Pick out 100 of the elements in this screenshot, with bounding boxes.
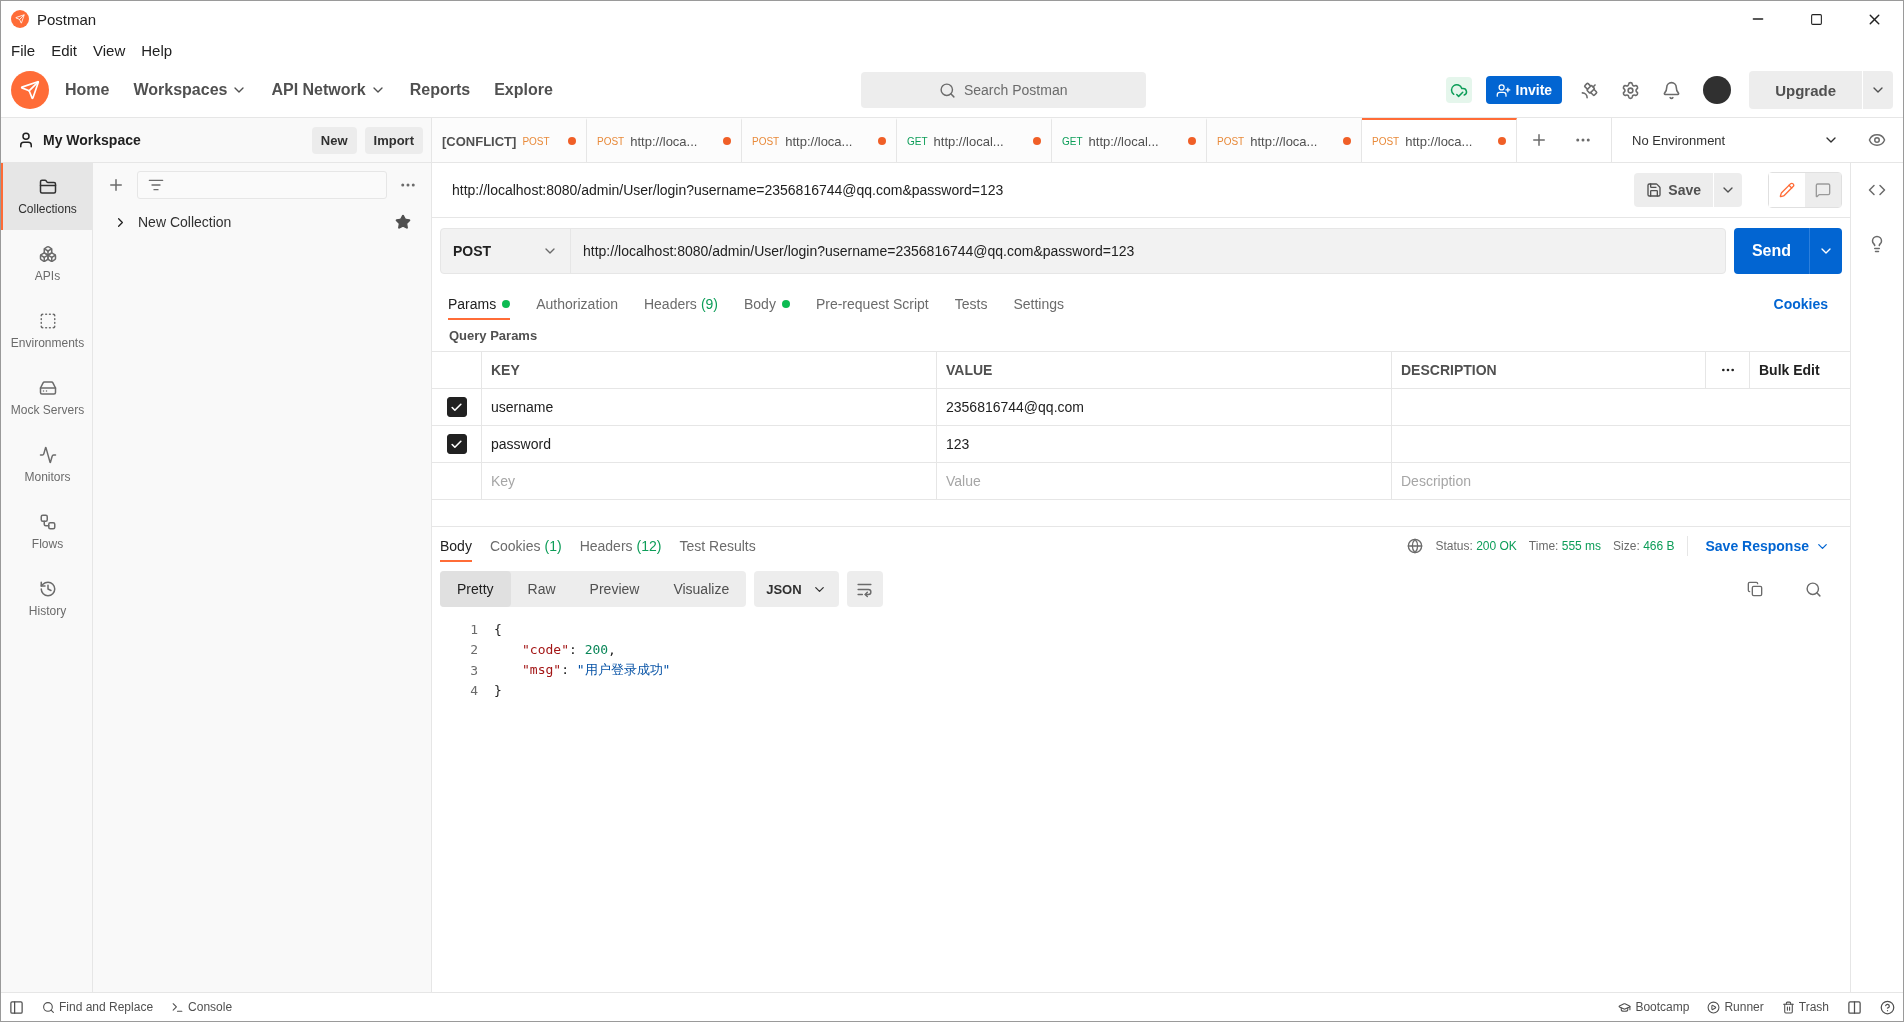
request-section-tab[interactable]: Headers (9): [643, 288, 718, 320]
request-section-tab[interactable]: Tests: [954, 288, 988, 320]
sidebar-item[interactable]: Environments: [1, 297, 92, 364]
flow-icon: [38, 512, 57, 531]
app-logo-icon[interactable]: [11, 71, 49, 109]
request-tab[interactable]: POST http://loca...: [1362, 118, 1517, 162]
check-icon: [450, 437, 463, 451]
sidebar-item[interactable]: APIs: [1, 230, 92, 297]
table-input-field[interactable]: Description: [1401, 473, 1841, 489]
star-icon[interactable]: [395, 214, 411, 230]
sync-status-button[interactable]: [1445, 77, 1472, 103]
request-section-tab[interactable]: Pre-request Script: [815, 288, 929, 320]
maximize-icon[interactable]: [1809, 12, 1823, 26]
format-select[interactable]: JSON: [754, 571, 839, 607]
search-icon: [42, 1000, 55, 1014]
table-input-field[interactable]: Value: [946, 473, 1382, 489]
response-meta: Status: 200 OK: [1435, 539, 1517, 553]
sidebar-item[interactable]: History: [1, 565, 92, 632]
import-button[interactable]: Import: [364, 126, 423, 154]
wrap-button[interactable]: [846, 571, 883, 607]
sidebar-toggle-icon[interactable]: [9, 999, 24, 1015]
request-section-tab[interactable]: Authorization: [536, 288, 618, 320]
check-icon: [450, 400, 463, 414]
sidebar-item[interactable]: Collections: [1, 163, 92, 230]
view-mode-tab[interactable]: Preview: [572, 571, 657, 607]
view-mode-tab[interactable]: Raw: [510, 571, 573, 607]
response-tab[interactable]: Headers (12): [579, 530, 662, 562]
code-line: "code": 200,: [522, 642, 616, 658]
help-icon[interactable]: [1880, 999, 1895, 1015]
line-number: 3: [469, 662, 479, 678]
add-user-icon: [1495, 82, 1511, 98]
app-logo-icon: [11, 10, 29, 28]
cookies-link[interactable]: Cookies: [1767, 295, 1834, 313]
table-cell: password: [482, 426, 937, 463]
avatar-icon[interactable]: [1703, 76, 1732, 104]
save-icon: [1646, 182, 1663, 198]
new-button[interactable]: New: [311, 126, 357, 154]
search-icon[interactable]: [1805, 580, 1822, 598]
pencil-icon: [1779, 182, 1795, 198]
save-button[interactable]: Save: [1634, 173, 1713, 207]
menu-item[interactable]: View: [87, 39, 132, 61]
bulk-edit-button[interactable]: Bulk Edit: [1750, 352, 1850, 389]
code-line: {: [494, 621, 502, 637]
pulse-icon: [38, 445, 57, 464]
invite-button[interactable]: Invite: [1485, 76, 1563, 104]
view-mode-tab[interactable]: Pretty: [440, 571, 511, 607]
server-icon: [38, 378, 57, 397]
request-section-tab[interactable]: Body: [744, 288, 790, 320]
status-bar-button[interactable]: Bootcamp: [1618, 1000, 1690, 1014]
request-section-tab[interactable]: Params: [448, 288, 511, 320]
response-tab[interactable]: Test Results: [679, 530, 756, 562]
sidebar-item[interactable]: Monitors: [1, 431, 92, 498]
filter-icon: [148, 177, 164, 193]
copy-icon[interactable]: [1747, 581, 1763, 597]
code-line: "msg": "用户登录成功": [522, 661, 671, 680]
sidebar-item[interactable]: Mock Servers: [1, 364, 92, 431]
status-bar-button[interactable]: Trash: [1781, 1000, 1829, 1014]
settings-icon[interactable]: [1621, 80, 1641, 100]
menu-item[interactable]: Edit: [45, 39, 84, 61]
save-response-button[interactable]: Save Response: [1699, 537, 1836, 555]
user-icon: [17, 131, 35, 149]
checkbox[interactable]: [446, 397, 467, 417]
add-icon[interactable]: [1530, 131, 1548, 149]
response-meta: Time: 555 ms: [1528, 539, 1602, 553]
status-bar-button[interactable]: Find and Replace: [42, 1000, 154, 1014]
search-icon: [938, 81, 956, 99]
satellite-icon[interactable]: [1580, 80, 1600, 100]
add-icon[interactable]: [107, 176, 125, 194]
eye-icon[interactable]: [1868, 131, 1886, 149]
graduation-cap-icon: [1618, 1000, 1632, 1014]
response-tab[interactable]: Body: [440, 530, 472, 562]
table-cell: username: [482, 389, 937, 426]
sidebar-item[interactable]: Flows: [1, 498, 92, 565]
nav-item[interactable]: Home: [57, 75, 118, 105]
two-pane-icon[interactable]: [1847, 999, 1862, 1015]
view-mode-tab[interactable]: Visualize: [656, 571, 747, 607]
cloud-check-icon: [1449, 81, 1468, 99]
table-input-field[interactable]: Key: [491, 473, 927, 489]
search-field[interactable]: Search Postman: [860, 72, 1146, 108]
filter-field[interactable]: [137, 171, 387, 199]
folder-icon: [38, 177, 57, 196]
nav-item[interactable]: API Network: [263, 75, 394, 105]
status-bar-button[interactable]: Console: [171, 1000, 233, 1014]
status-bar-button[interactable]: Runner: [1707, 1000, 1764, 1014]
nav-item[interactable]: Reports: [401, 75, 479, 105]
play-icon: [1707, 1000, 1721, 1014]
line-number: 1: [469, 621, 479, 637]
history-icon: [38, 579, 57, 598]
checkbox[interactable]: [446, 434, 467, 454]
menu-item[interactable]: File: [5, 39, 42, 61]
trash-icon: [1781, 1000, 1795, 1014]
nav-item[interactable]: Workspaces: [125, 75, 256, 105]
globe-icon: [1407, 538, 1424, 554]
request-section-tab[interactable]: Settings: [1013, 288, 1065, 320]
workspace-name: My Workspace: [43, 132, 141, 148]
menu-item[interactable]: Help: [135, 39, 179, 61]
nav-item[interactable]: Explore: [486, 75, 561, 105]
notifications-icon[interactable]: [1662, 80, 1682, 100]
response-tab[interactable]: Cookies (1): [489, 530, 562, 562]
collection-name[interactable]: New Collection: [138, 214, 232, 230]
